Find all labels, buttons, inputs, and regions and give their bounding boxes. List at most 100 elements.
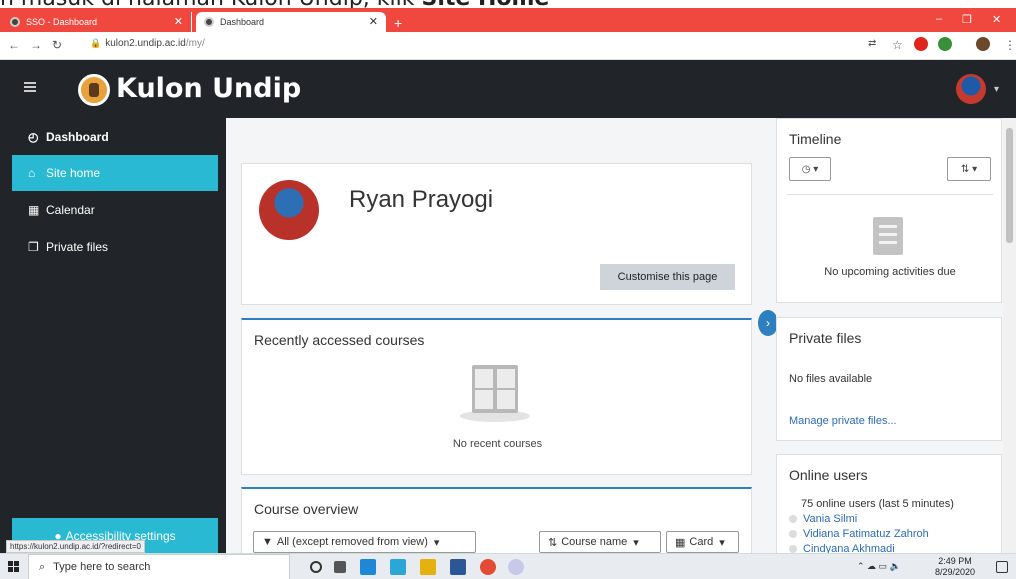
- browser-tab-dashboard[interactable]: Dashboard ✕: [196, 12, 386, 32]
- url-field[interactable]: 🔒 kulon2.undip.ac.id/my/: [90, 38, 205, 49]
- maximize-icon[interactable]: ❐: [962, 13, 972, 26]
- scrollbar-thumb[interactable]: [1006, 128, 1013, 243]
- close-window-icon[interactable]: ✕: [992, 13, 1001, 26]
- undip-logo-icon[interactable]: [78, 74, 110, 106]
- favicon-icon: [204, 17, 214, 27]
- online-summary: 75 online users (last 5 minutes): [801, 498, 954, 510]
- browser-tab-sso[interactable]: SSO - Dashboard ✕: [2, 12, 192, 32]
- divider: [787, 194, 993, 195]
- cortana-icon[interactable]: [310, 561, 322, 573]
- close-tab-icon[interactable]: ✕: [174, 15, 183, 28]
- extension-icon[interactable]: [938, 37, 952, 51]
- online-user-link[interactable]: Vania Silmi: [789, 513, 857, 525]
- calendar-icon: ▦: [28, 203, 40, 217]
- empty-message: No files available: [789, 373, 873, 385]
- no-courses-icon: [460, 365, 530, 422]
- files-icon: ❐: [28, 240, 39, 254]
- file-explorer-icon[interactable]: [420, 559, 436, 575]
- sidebar-item-label: Calendar: [46, 203, 95, 217]
- profile-header-card: Ryan Prayogi Customise this page: [241, 163, 752, 305]
- filter-label: All (except removed from view): [276, 536, 428, 548]
- url-path: /my/: [185, 38, 205, 49]
- hamburger-menu-icon[interactable]: [24, 82, 36, 92]
- clock-icon: ◷ ▾: [801, 163, 819, 175]
- blocks-column: Timeline ◷ ▾ ⇅ ▾ No upcoming activities …: [776, 118, 1016, 555]
- sidebar-item-dashboard[interactable]: ◴ Dashboard: [12, 119, 218, 155]
- collapse-blocks-chevron-icon[interactable]: ›: [758, 310, 778, 336]
- sort-icon: ⇅: [548, 536, 558, 549]
- sidebar-item-label: Site home: [46, 166, 101, 180]
- chevron-down-icon: ▾: [433, 536, 440, 549]
- chevron-down-icon[interactable]: ▾: [994, 84, 999, 95]
- search-placeholder: Type here to search: [53, 561, 151, 573]
- bookmark-star-icon[interactable]: ☆: [892, 38, 903, 52]
- chevron-down-icon: ▾: [633, 536, 639, 549]
- user-avatar[interactable]: [956, 74, 986, 104]
- tab-label: SSO - Dashboard: [26, 17, 98, 27]
- user-name: Vania Silmi: [803, 513, 858, 525]
- sort-icon: ⇅ ▾: [960, 163, 978, 175]
- chrome-app-icon[interactable]: [480, 559, 496, 575]
- view-dropdown[interactable]: ▦ Card ▾: [666, 531, 739, 553]
- timeline-sort-button[interactable]: ⇅ ▾: [947, 157, 991, 181]
- sidebar-item-site-home[interactable]: ⌂ Site home: [12, 155, 218, 191]
- forward-icon[interactable]: →: [30, 38, 42, 52]
- favicon-icon: [10, 17, 20, 27]
- sidebar-item-calendar[interactable]: ▦ Calendar: [12, 192, 218, 228]
- profile-picture[interactable]: [259, 180, 319, 240]
- calculator-app-icon[interactable]: [360, 559, 376, 575]
- browser-menu-icon[interactable]: ⋮: [1004, 38, 1016, 52]
- chevron-down-icon: ▾: [719, 536, 725, 549]
- profile-name: Ryan Prayogi: [349, 186, 494, 213]
- reload-icon[interactable]: ↻: [52, 38, 62, 52]
- link-status-url: https://kulon2.undip.ac.id/?redirect=0: [6, 540, 145, 553]
- sort-label: Course name: [561, 536, 628, 548]
- translate-icon[interactable]: ⇄: [868, 38, 876, 49]
- notification-icon[interactable]: [996, 561, 1008, 573]
- grid-icon: ▦: [675, 536, 686, 549]
- word-app-icon[interactable]: [450, 559, 466, 575]
- user-name: Vidiana Fatimatuz Zahroh: [803, 528, 929, 540]
- page-scrollbar[interactable]: [1003, 118, 1016, 553]
- extension-opera-icon[interactable]: [914, 37, 928, 51]
- online-user-link[interactable]: Vidiana Fatimatuz Zahroh: [789, 528, 929, 540]
- minimize-icon[interactable]: –: [936, 13, 942, 25]
- manage-files-link[interactable]: Manage private files...: [789, 415, 897, 427]
- filter-icon: ▼: [262, 536, 273, 548]
- private-files-block: Private files No files available Manage …: [776, 317, 1002, 441]
- task-view-icon[interactable]: [334, 561, 346, 573]
- site-navbar: Kulon Undip ▾: [0, 60, 1016, 118]
- system-tray-icons[interactable]: ⌃ ☁ ▭ 🔈: [857, 561, 901, 572]
- empty-message: No upcoming activities due: [824, 266, 956, 278]
- address-bar: ← → ↻ 🔒 kulon2.undip.ac.id/my/ ⇄ ☆ ⋮: [0, 32, 1016, 60]
- timeline-filter-button[interactable]: ◷ ▾: [789, 157, 831, 181]
- clock-time: 2:49 PM: [938, 556, 972, 566]
- filter-dropdown[interactable]: ▼ All (except removed from view) ▾: [253, 531, 476, 553]
- home-icon: ⌂: [28, 166, 36, 180]
- windows-start-icon[interactable]: [8, 561, 19, 572]
- online-users-block: Online users 75 online users (last 5 min…: [776, 454, 1002, 555]
- block-title: Private files: [789, 330, 862, 346]
- paint-app-icon[interactable]: [508, 559, 524, 575]
- screen: n masuk di halaman Kulon Undip, klik Sit…: [0, 0, 1016, 579]
- view-label: Card: [689, 536, 714, 548]
- maps-app-icon[interactable]: [390, 559, 406, 575]
- search-icon: ⌕: [39, 560, 46, 573]
- nav-drawer: ◴ Dashboard ⌂ Site home ▦ Calendar ❐ Private…: [0, 118, 226, 553]
- timeline-block: Timeline ◷ ▾ ⇅ ▾ No upcoming activities …: [776, 118, 1002, 303]
- customise-page-button[interactable]: Customise this page: [600, 264, 735, 290]
- url-host: kulon2.undip.ac.id: [105, 38, 186, 49]
- tab-label: Dashboard: [220, 17, 265, 27]
- new-tab-icon[interactable]: +: [394, 15, 402, 31]
- taskbar-search-box[interactable]: ⌕ Type here to search: [28, 554, 290, 579]
- close-tab-icon[interactable]: ✕: [369, 15, 378, 28]
- block-title: Recently accessed courses: [254, 332, 425, 348]
- sort-dropdown[interactable]: ⇅ Course name ▾: [539, 531, 661, 553]
- clock-date: 8/29/2020: [935, 567, 976, 577]
- profile-avatar-icon[interactable]: [976, 37, 990, 51]
- taskbar-clock[interactable]: 2:49 PM 8/29/2020: [935, 556, 975, 578]
- empty-message: No recent courses: [452, 438, 543, 450]
- sidebar-item-private-files[interactable]: ❐ Private files: [12, 229, 218, 265]
- back-icon[interactable]: ←: [8, 38, 20, 52]
- site-brand[interactable]: Kulon Undip: [116, 73, 301, 104]
